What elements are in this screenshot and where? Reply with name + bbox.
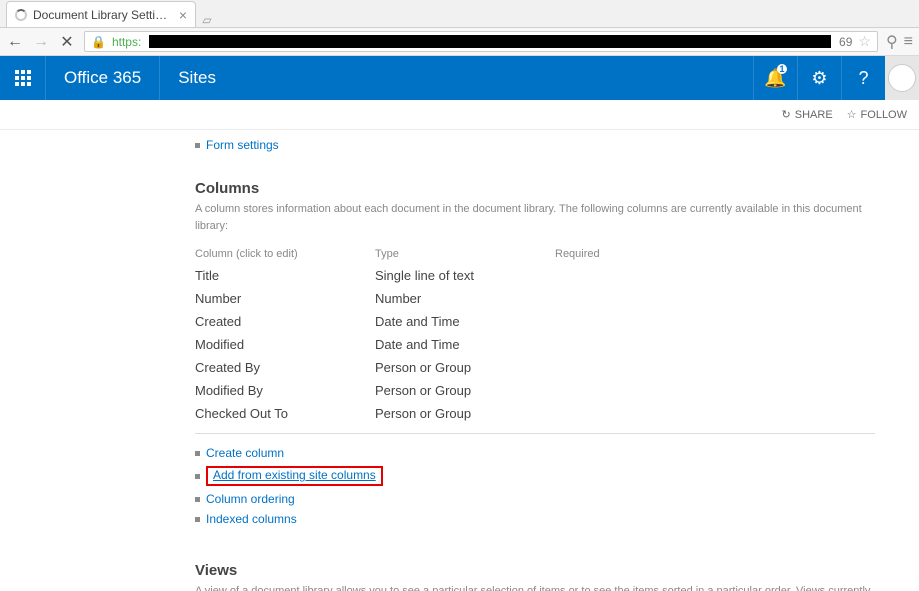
follow-label: FOLLOW [861, 109, 907, 121]
column-type: Date and Time [375, 310, 555, 333]
notifications-button[interactable]: 🔔 1 [753, 56, 797, 100]
url-protocol: https: [112, 35, 141, 49]
table-row: Modified Date and Time [195, 333, 875, 356]
views-heading: Views [195, 562, 919, 579]
user-avatar[interactable] [885, 56, 919, 100]
columns-header-required: Required [555, 244, 875, 264]
table-row: Created Date and Time [195, 310, 875, 333]
columns-heading: Columns [195, 180, 919, 197]
gear-icon: ⚙ [811, 68, 827, 89]
views-description: A view of a document library allows you … [195, 583, 875, 591]
page-actions-row: ↻ SHARE ☆ FOLLOW [0, 100, 919, 130]
bullet-icon [195, 143, 200, 148]
browser-tab-bar: Document Library Settings × ▱ [0, 0, 919, 28]
url-redacted [149, 35, 831, 48]
bullet-icon [195, 474, 200, 479]
column-type: Person or Group [375, 402, 555, 425]
create-column-link[interactable]: Create column [206, 446, 284, 460]
tab-title: Document Library Settings [33, 8, 173, 22]
waffle-icon [15, 70, 31, 86]
column-type: Date and Time [375, 333, 555, 356]
bullet-icon [195, 517, 200, 522]
column-name-link[interactable]: Checked Out To [195, 406, 288, 421]
site-label[interactable]: Sites [160, 56, 234, 100]
url-field[interactable]: 🔒 https: 69 ☆ [84, 31, 878, 52]
back-icon[interactable]: ← [6, 33, 24, 51]
star-icon: ☆ [847, 108, 857, 121]
column-action-links: Create column Add from existing site col… [195, 444, 919, 534]
table-row: Title Single line of text [195, 264, 875, 287]
share-button[interactable]: ↻ SHARE [782, 108, 833, 121]
columns-header-type: Type [375, 244, 555, 264]
table-row: Modified By Person or Group [195, 379, 875, 402]
forward-icon[interactable]: → [32, 33, 50, 51]
brand-label[interactable]: Office 365 [46, 56, 160, 100]
columns-table: Column (click to edit) Type Required Tit… [195, 244, 875, 425]
column-name-link[interactable]: Title [195, 268, 219, 283]
table-row: Number Number [195, 287, 875, 310]
browser-address-bar: ← → ✕ 🔒 https: 69 ☆ ⚲ ≡ [0, 28, 919, 56]
columns-header-name: Column (click to edit) [195, 244, 375, 264]
highlighted-link-box: Add from existing site columns [206, 466, 383, 486]
avatar-icon [888, 64, 916, 92]
reload-stop-icon[interactable]: ✕ [58, 32, 76, 52]
column-type: Single line of text [375, 264, 555, 287]
bullet-icon [195, 451, 200, 456]
indexed-columns-link[interactable]: Indexed columns [206, 512, 297, 526]
menu-icon[interactable]: ≡ [904, 33, 913, 51]
column-type: Person or Group [375, 379, 555, 402]
add-from-existing-site-columns-link[interactable]: Add from existing site columns [213, 468, 376, 482]
close-tab-icon[interactable]: × [179, 7, 187, 23]
column-name-link[interactable]: Created [195, 314, 241, 329]
notification-badge: 1 [777, 64, 787, 74]
url-tail: 69 [839, 35, 852, 49]
share-label: SHARE [795, 109, 833, 121]
column-name-link[interactable]: Modified [195, 337, 244, 352]
settings-page-content: Form settings Columns A column stores in… [0, 130, 919, 591]
app-launcher-button[interactable] [0, 56, 46, 100]
divider [195, 433, 875, 434]
settings-button[interactable]: ⚙ [797, 56, 841, 100]
new-tab-button[interactable]: ▱ [196, 13, 218, 27]
column-type: Number [375, 287, 555, 310]
suite-bar: Office 365 Sites 🔔 1 ⚙ ? [0, 56, 919, 100]
column-ordering-link[interactable]: Column ordering [206, 492, 295, 506]
form-settings-link[interactable]: Form settings [206, 138, 279, 152]
bullet-icon [195, 497, 200, 502]
browser-tab[interactable]: Document Library Settings × [6, 1, 196, 27]
loading-spinner-icon [15, 9, 27, 21]
columns-description: A column stores information about each d… [195, 201, 875, 234]
table-row: Created By Person or Group [195, 356, 875, 379]
share-icon: ↻ [782, 108, 791, 121]
column-type: Person or Group [375, 356, 555, 379]
extension-icon[interactable]: ⚲ [886, 32, 898, 52]
bookmark-star-icon[interactable]: ☆ [858, 33, 871, 50]
lock-icon: 🔒 [91, 35, 106, 49]
help-button[interactable]: ? [841, 56, 885, 100]
follow-button[interactable]: ☆ FOLLOW [847, 108, 907, 121]
column-name-link[interactable]: Modified By [195, 383, 263, 398]
question-icon: ? [858, 68, 868, 89]
table-row: Checked Out To Person or Group [195, 402, 875, 425]
column-name-link[interactable]: Created By [195, 360, 260, 375]
column-name-link[interactable]: Number [195, 291, 241, 306]
